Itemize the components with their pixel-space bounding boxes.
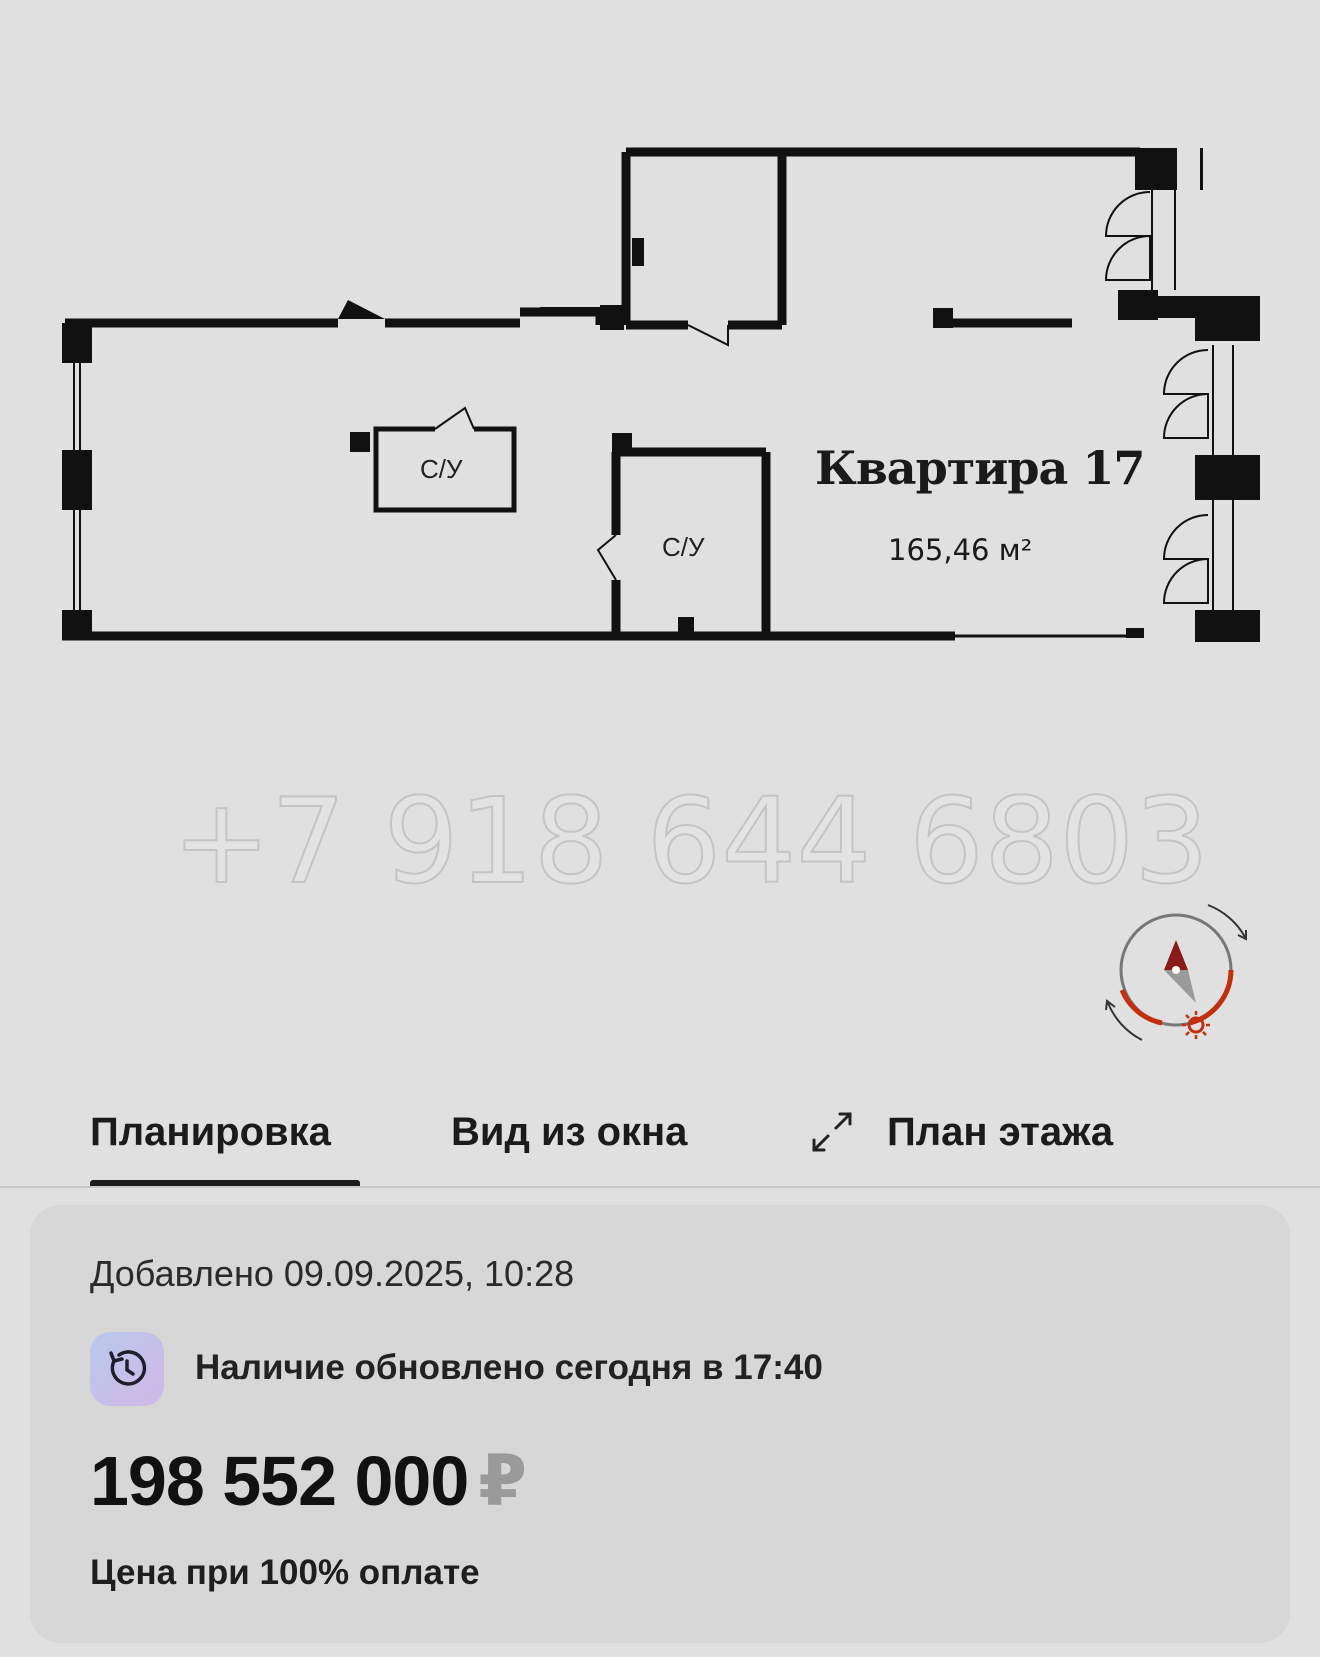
apartment-title: Квартира 17 [815,441,1144,495]
added-date: Добавлено 09.09.2025, 10:28 [90,1253,575,1294]
watermark-phone: +7 918 644 6803 [172,772,1209,910]
tab-floor-plan[interactable]: План этажа [887,1110,1113,1155]
availability-status: Наличие обновлено сегодня в 17:40 [195,1348,823,1387]
room-label-bathroom-1: С/У [420,454,463,484]
price: 198 552 000 ₽ [90,1440,527,1522]
tab-layout[interactable]: Планировка [90,1110,331,1155]
expand-icon[interactable] [808,1108,856,1156]
room-label-bathroom-2: С/У [662,532,705,562]
clock-refresh-icon [109,1350,147,1386]
availability-badge [90,1332,164,1406]
tab-window-view[interactable]: Вид из окна [451,1110,687,1155]
compass-icon[interactable] [1090,895,1250,1045]
price-note: Цена при 100% оплате [90,1553,480,1592]
info-card: Добавлено 09.09.2025, 10:28 Наличие обно… [30,1205,1290,1643]
apartment-area: 165,46 м² [888,533,1032,567]
price-value: 198 552 000 [90,1442,469,1520]
price-currency: ₽ [478,1442,527,1520]
active-tab-indicator [90,1180,360,1186]
floorplan-viewer[interactable]: С/У С/У Квартира 17 165,46 м² +7 918 644… [0,0,1320,1080]
view-tabs: Планировка Вид из окна План этажа [0,1090,1320,1188]
